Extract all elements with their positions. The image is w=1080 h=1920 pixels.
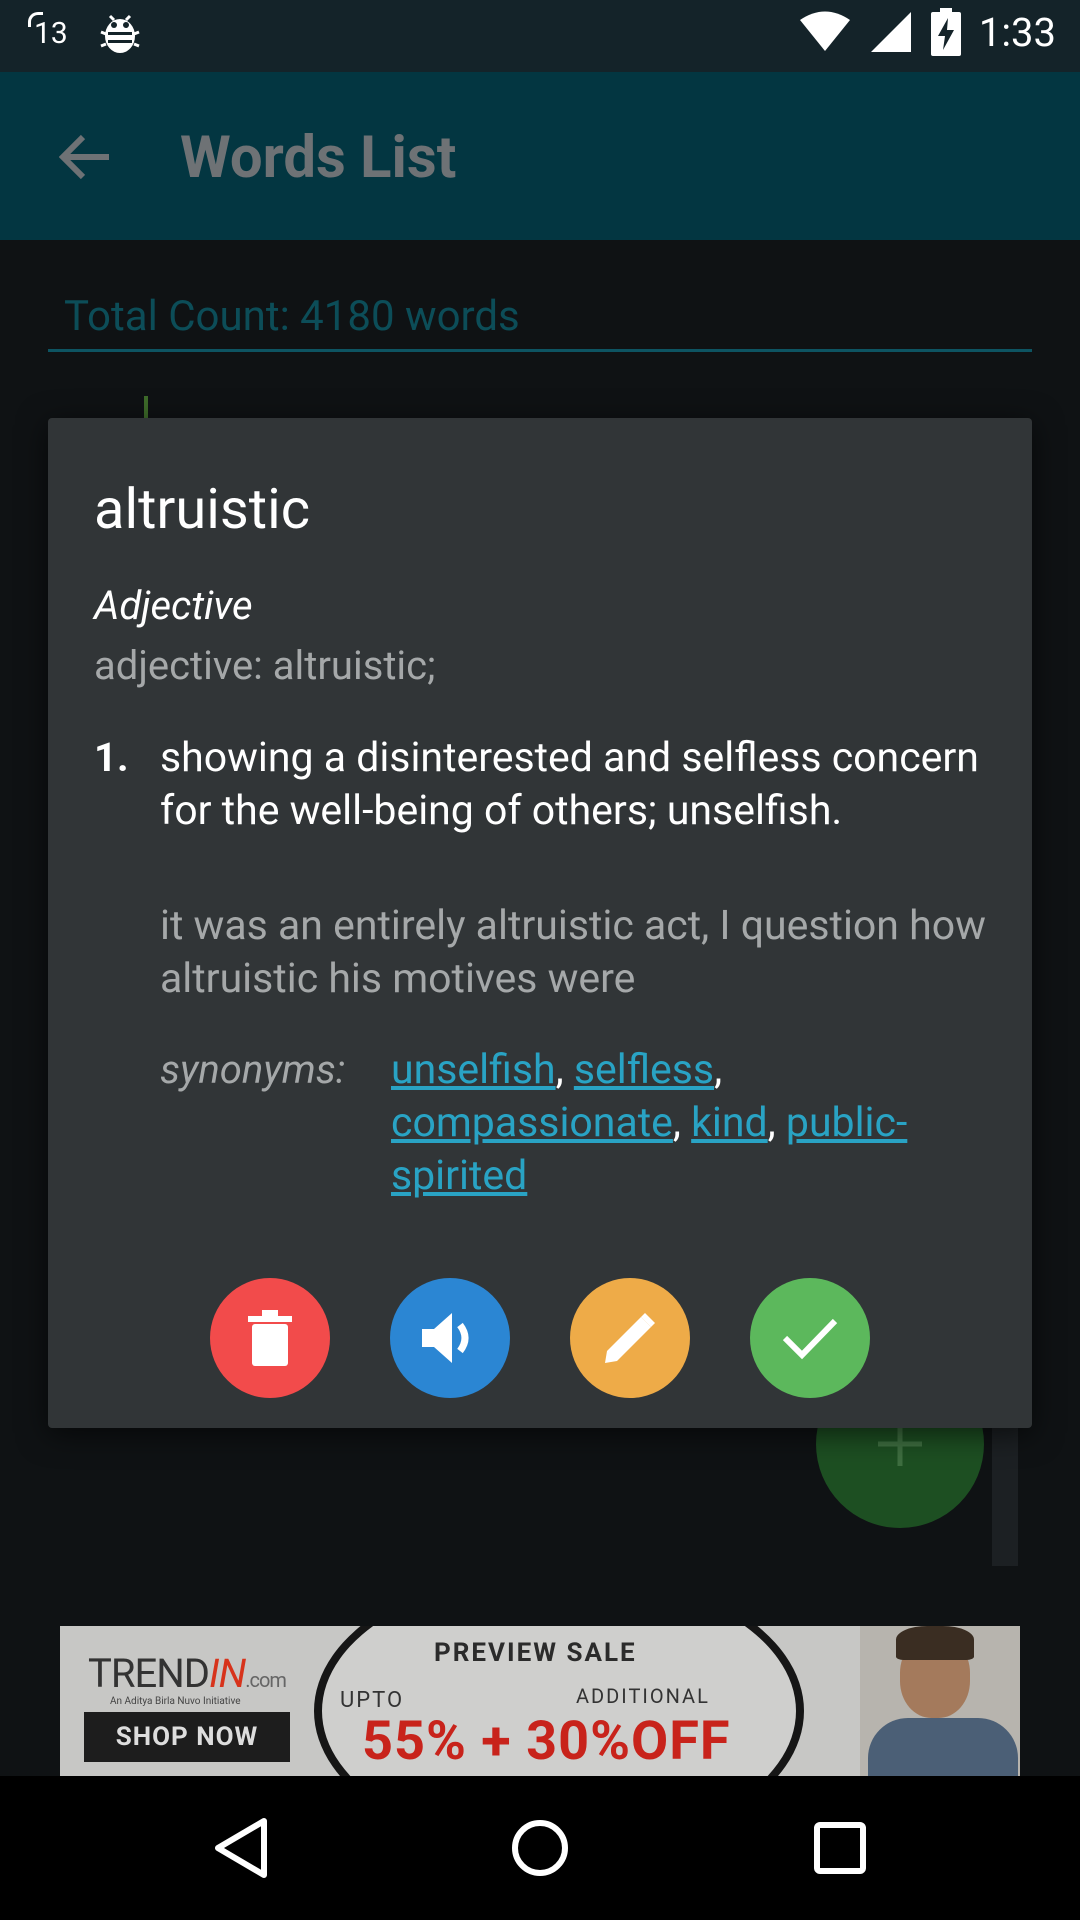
ad-headline: PREVIEW SALE (434, 1638, 637, 1668)
pronounce-button[interactable] (390, 1278, 510, 1398)
nav-back-button[interactable] (200, 1808, 280, 1888)
square-recents-icon (814, 1822, 866, 1874)
notification-count: 13 (28, 11, 68, 51)
navigation-bar (0, 1776, 1080, 1920)
synonym-link[interactable]: unselfish (391, 1046, 556, 1094)
nav-recents-button[interactable] (800, 1808, 880, 1888)
total-count: Total Count: 4180 words (64, 292, 520, 341)
status-bar-left: 13 (28, 10, 142, 56)
triangle-back-icon (215, 1818, 267, 1878)
trash-icon (248, 1310, 292, 1366)
word-title: altruistic (94, 476, 311, 542)
word-detail-dialog: altruistic Adjective adjective: altruist… (48, 418, 1032, 1428)
part-of-speech: Adjective (94, 582, 253, 629)
ad-banner[interactable]: TRENDIN.com An Aditya Birla Nuvo Initiat… (60, 1626, 1020, 1776)
back-button[interactable] (50, 122, 120, 192)
signal-icon (870, 12, 911, 52)
synonym-link[interactable]: kind (691, 1099, 768, 1147)
synonyms-list: unselfish, selfless, compassionate, kind… (391, 1046, 908, 1200)
speaker-icon (422, 1313, 469, 1363)
mark-known-button[interactable] (750, 1278, 870, 1398)
pencil-icon (605, 1313, 655, 1363)
ad-tagline: An Aditya Birla Nuvo Initiative (110, 1696, 241, 1707)
synonym-link[interactable]: selfless (574, 1046, 714, 1094)
check-icon (782, 1318, 838, 1360)
wifi-icon (799, 11, 850, 51)
total-count-field: Total Count: 4180 words (48, 288, 1032, 352)
status-bar: 13 1:33 (0, 0, 1080, 72)
definition-number: 1. (94, 734, 129, 781)
word-forms: adjective: altruistic; (94, 642, 436, 689)
nav-home-button[interactable] (500, 1808, 580, 1888)
dialog-actions (210, 1278, 870, 1398)
circle-home-icon (512, 1820, 568, 1876)
ad-offer: 55% + 30%OFF (362, 1710, 731, 1773)
definition-text: showing a disinterested and selfless con… (160, 734, 979, 835)
synonyms-label: synonyms: (160, 1046, 346, 1093)
status-bar-right: 1:33 (799, 8, 1056, 56)
battery-charging-icon (930, 8, 961, 56)
ad-model-image (860, 1626, 1020, 1776)
app-bar: Words List (0, 72, 1080, 240)
ad-brand: TRENDIN.com (88, 1650, 287, 1697)
synonym-link[interactable]: compassionate (391, 1099, 673, 1147)
definition-example: it was an entirely altruistic act, I que… (160, 902, 986, 1003)
page-title: Words List (180, 124, 457, 192)
delete-button[interactable] (210, 1278, 330, 1398)
shop-now-button[interactable]: SHOP NOW (84, 1712, 290, 1762)
arrow-back-icon (59, 134, 109, 180)
bug-icon (100, 14, 140, 53)
clock: 1:33 (978, 8, 1056, 56)
ad-additional: ADDITIONAL (576, 1684, 710, 1708)
edit-button[interactable] (570, 1278, 690, 1398)
